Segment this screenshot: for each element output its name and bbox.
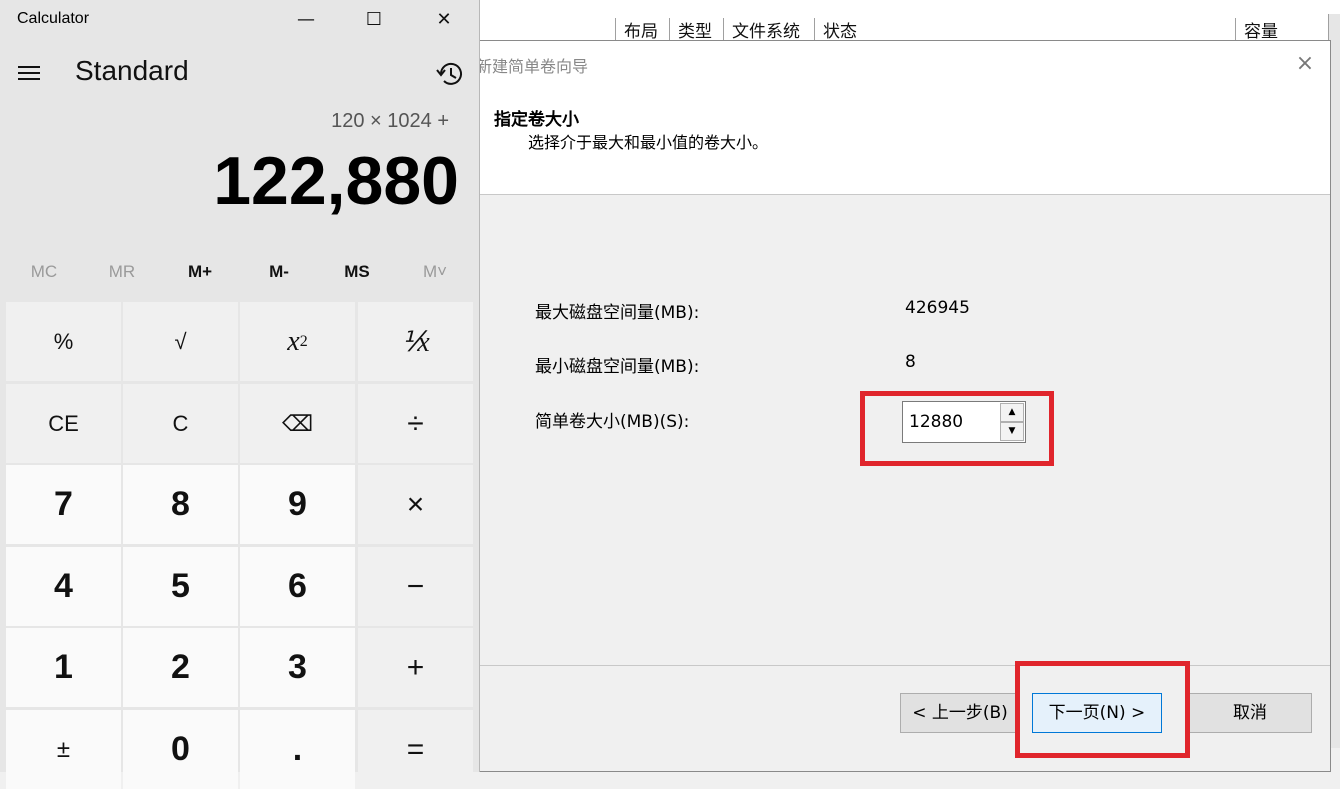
backspace-icon[interactable]: ⌫ [240,384,355,463]
memory-button-ms[interactable]: MS [318,262,396,282]
max-space-label: 最大磁盘空间量(MB): [535,303,700,323]
wizard-titlebar[interactable]: 新建简单卷向导 × [476,41,1330,85]
highlight-box-next [1015,661,1190,758]
wizard-header: 指定卷大小 选择介于最大和最小值的卷大小。 [480,85,1330,195]
highlight-box-size [860,391,1054,466]
menu-icon[interactable] [14,58,46,88]
new-simple-volume-wizard: 新建简单卷向导 × 指定卷大小 选择介于最大和最小值的卷大小。 最大磁盘空间量(… [476,40,1331,772]
clear-entry-button[interactable]: CE [6,384,121,463]
wizard-subheading: 选择介于最大和最小值的卷大小。 [528,133,769,152]
digit-4-button[interactable]: 4 [6,547,121,626]
plus-button[interactable]: + [358,628,473,707]
volume-size-label: 简单卷大小(MB)(S): [535,412,690,432]
calculator-title: Calculator [17,10,90,27]
digit-9-button[interactable]: 9 [240,465,355,544]
memory-button-mplus[interactable]: M+ [161,262,239,282]
memory-button-mc: MC [30,262,58,281]
wizard-separator [480,665,1330,666]
digit-3-button[interactable]: 3 [240,628,355,707]
result-display: 122,880 [213,143,459,219]
memory-button-m: M˅ [422,262,448,281]
wizard-title: 新建简单卷向导 [476,57,589,76]
column-header-filesystem[interactable]: 文件系统 [723,18,814,42]
min-space-value: 8 [905,352,916,372]
maximize-icon[interactable]: ☐ [340,0,408,40]
digit-8-button[interactable]: 8 [123,465,238,544]
square-button[interactable]: x2 [240,302,355,381]
minus-button[interactable]: − [358,547,473,626]
decimal-button[interactable]: . [240,710,355,789]
negate-button[interactable]: ± [6,710,121,789]
history-icon[interactable] [432,56,468,92]
digit-5-button[interactable]: 5 [123,547,238,626]
column-header-status[interactable]: 状态 [814,18,1234,42]
close-icon[interactable]: ✕ [410,0,478,40]
column-header-capacity[interactable]: 容量 [1235,18,1315,42]
digit-2-button[interactable]: 2 [123,628,238,707]
equals-button[interactable]: = [358,710,473,789]
cancel-button[interactable]: 取消 [1188,693,1312,733]
close-icon[interactable]: × [1290,49,1320,79]
digit-0-button[interactable]: 0 [123,710,238,789]
reciprocal-button[interactable]: ⅟x [358,302,473,381]
calculator-window: Calculator — ☐ ✕ Standard 120 × 1024 + 1… [0,0,480,789]
expression-display: 120 × 1024 + [331,110,449,132]
memory-button-mminus[interactable]: M- [240,262,318,282]
square-base-label: x [287,325,300,357]
digit-1-button[interactable]: 1 [6,628,121,707]
memory-button-mr: MR [108,262,136,281]
column-header-layout[interactable]: 布局 [615,18,669,42]
divide-button[interactable]: ÷ [358,384,473,463]
calculator-mode-title: Standard [75,55,189,86]
minimize-icon[interactable]: — [272,0,340,40]
back-button[interactable]: < 上一步(B) [900,693,1020,733]
max-space-value: 426945 [905,298,970,318]
multiply-button[interactable]: × [358,465,473,544]
digit-6-button[interactable]: 6 [240,547,355,626]
square-root-button[interactable]: √ [123,302,238,381]
wizard-heading: 指定卷大小 [494,110,579,130]
square-exponent-label: 2 [299,332,308,350]
min-space-label: 最小磁盘空间量(MB): [535,357,700,377]
column-header-type[interactable]: 类型 [669,18,723,42]
percent-button[interactable]: % [6,302,121,381]
digit-7-button[interactable]: 7 [6,465,121,544]
clear-button[interactable]: C [123,384,238,463]
